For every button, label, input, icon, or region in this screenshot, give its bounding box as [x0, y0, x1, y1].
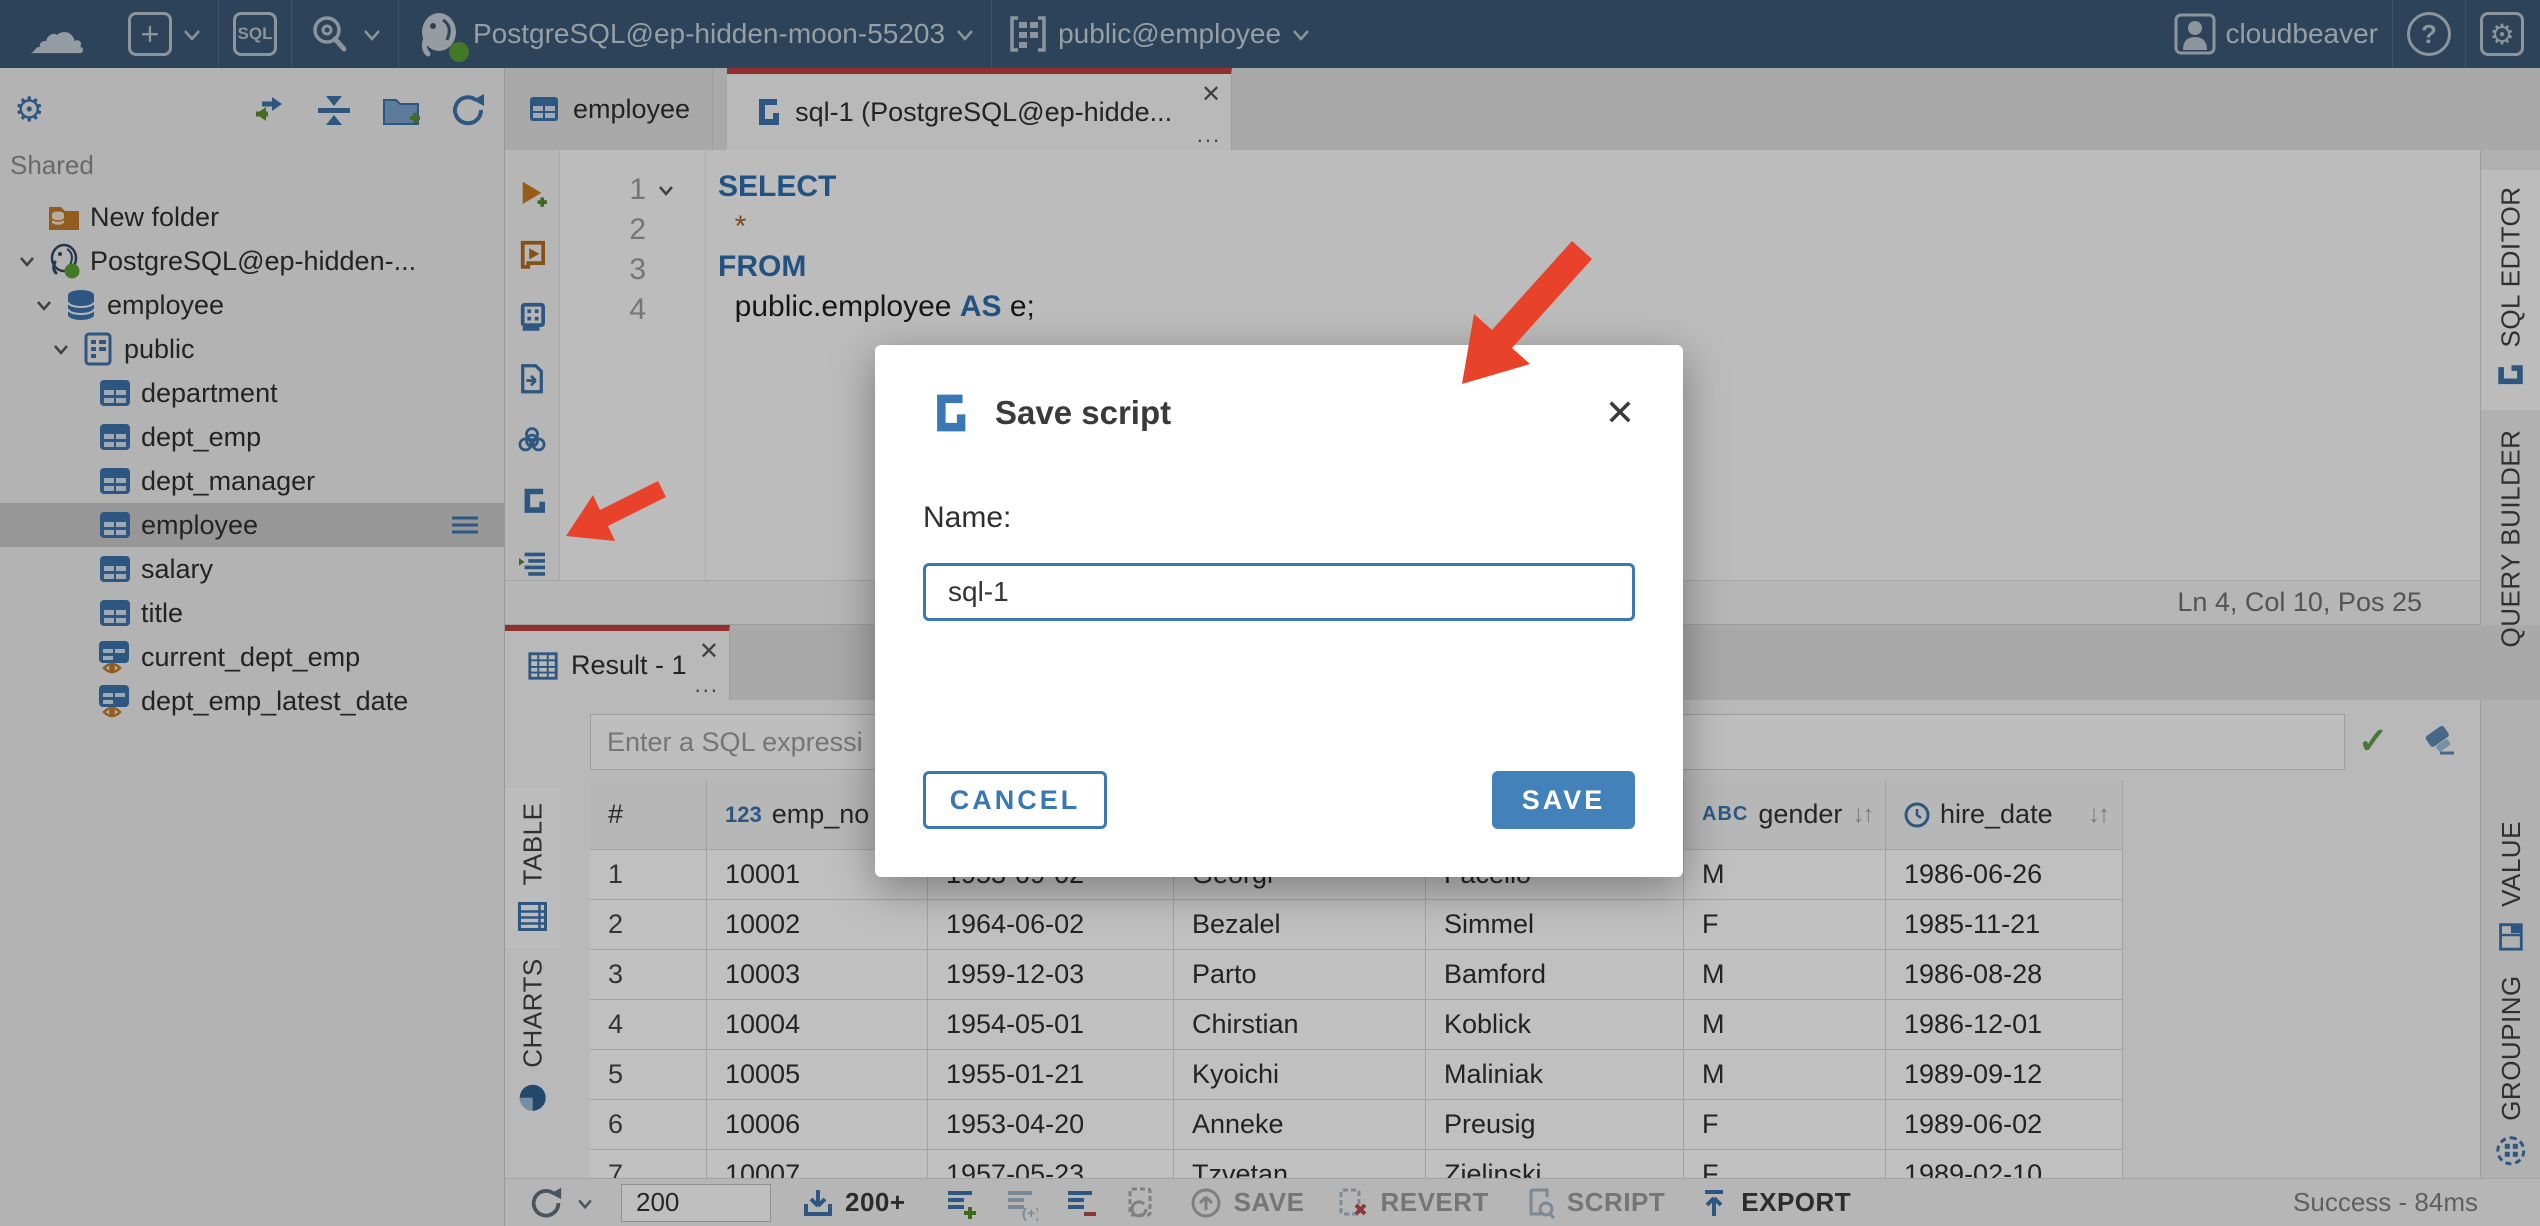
close-icon[interactable]: ✕ [1605, 392, 1635, 434]
script-name-input[interactable] [923, 563, 1635, 621]
cancel-button[interactable]: CANCEL [923, 771, 1107, 829]
name-label: Name: [923, 501, 1012, 534]
script-icon [937, 394, 966, 432]
save-button[interactable]: SAVE [1492, 771, 1635, 829]
dialog-title: Save script [995, 394, 1172, 431]
cloudbeaver-app: ☁ + SQL PostgreSQL@ep-hidden-moon-55203 … [0, 0, 2540, 1226]
save-script-dialog: Save script ✕ Name: CANCEL SAVE [875, 345, 1683, 877]
